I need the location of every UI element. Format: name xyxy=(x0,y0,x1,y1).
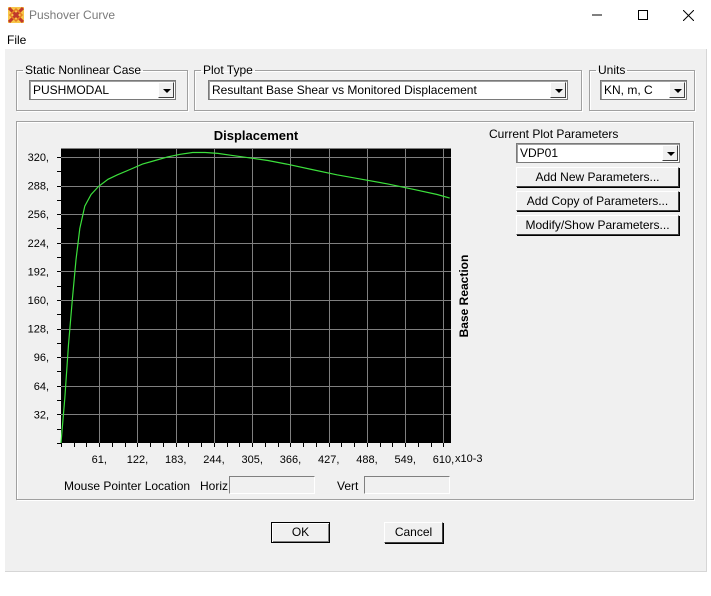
vert-label: Vert xyxy=(337,479,359,493)
x-tick-label: 488, xyxy=(356,454,377,466)
y-tick-label: 128, xyxy=(28,324,49,336)
y-tick-label: 32, xyxy=(34,409,49,421)
plot-params-label: Current Plot Parameters xyxy=(489,127,619,141)
horiz-label: Horiz xyxy=(200,479,229,493)
y-tick-label: 288, xyxy=(28,181,49,193)
y-tick-labels: 32, 64, 96, 128, 160, 192, 224, 256, 288, 320, xyxy=(28,152,49,421)
y-tick-label: 160, xyxy=(28,295,49,307)
y-tick-label: 192, xyxy=(28,266,49,278)
y-tick-label: 96, xyxy=(34,352,49,364)
x-tick-label: 549, xyxy=(395,454,416,466)
add-copy-parameters-button[interactable]: Add Copy of Parameters... xyxy=(516,191,679,211)
y-tick-label: 224, xyxy=(28,238,49,250)
x-axis-multiplier: x10-3 xyxy=(455,453,483,465)
pushover-chart: Displacement 32, 64, 96, 128, 160, 192, 224, 25… xyxy=(28,128,483,466)
horiz-readout xyxy=(229,476,315,494)
x-tick-label: 366, xyxy=(280,454,301,466)
vert-readout xyxy=(364,476,450,494)
ok-button[interactable]: OK xyxy=(271,522,330,543)
x-tick-label: 122, xyxy=(127,454,148,466)
plot-params-value: VDP01 xyxy=(520,146,559,160)
y-tick-label: 256, xyxy=(28,209,49,221)
x-tick-labels: 61, 122, 183, 244, 305, 366, 427, 488, 549, 610, xyxy=(92,454,455,466)
y-tick-label: 64, xyxy=(34,381,49,393)
x-tick-label: 244, xyxy=(203,454,224,466)
add-new-parameters-button[interactable]: Add New Parameters... xyxy=(516,167,679,187)
cancel-button[interactable]: Cancel xyxy=(384,522,443,543)
plot-area[interactable] xyxy=(61,148,451,443)
x-tick-label: 183, xyxy=(165,454,186,466)
y-axis-label: Base Reaction xyxy=(457,255,471,338)
x-tick-label: 610, xyxy=(433,454,454,466)
mouse-location-label: Mouse Pointer Location xyxy=(64,479,191,493)
y-tick-label: 320, xyxy=(28,152,49,164)
x-tick-label: 427, xyxy=(318,454,339,466)
plot-params-dropdown[interactable]: VDP01 xyxy=(516,143,680,163)
modify-show-parameters-button[interactable]: Modify/Show Parameters... xyxy=(516,215,679,235)
x-tick-label: 305, xyxy=(242,454,263,466)
x-tick-label: 61, xyxy=(92,454,107,466)
chart-title: Displacement xyxy=(214,128,299,143)
chevron-down-icon[interactable] xyxy=(662,145,678,161)
